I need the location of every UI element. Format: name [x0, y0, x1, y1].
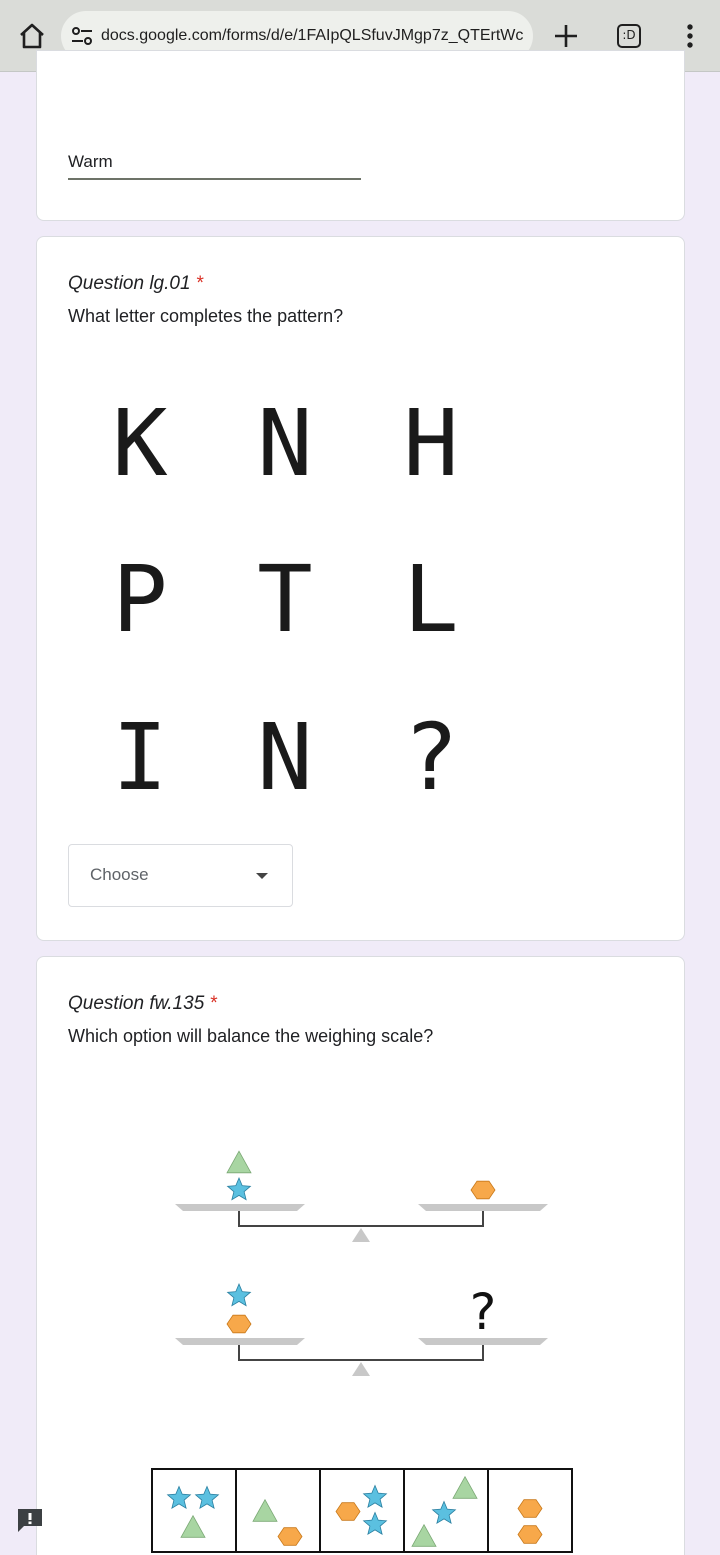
pattern-cell: N: [257, 390, 313, 497]
url-text: docs.google.com/forms/d/e/1FAIpQLSfuvJMg…: [101, 27, 523, 44]
hexagon-shape: [470, 1180, 496, 1200]
required-asterisk: *: [196, 273, 204, 294]
weighing-scale-image: ?: [151, 1150, 573, 1553]
question-card-lg01: Question lg.01 * What letter completes th…: [36, 236, 685, 941]
scale-left-pan: [175, 1338, 305, 1345]
pattern-cell: K: [112, 390, 168, 497]
question-text: What letter completes the pattern?: [68, 306, 344, 326]
hexagon-shape: [226, 1314, 252, 1334]
question-title-text: Question lg.01: [68, 273, 191, 294]
pattern-cell-question: ?: [403, 704, 459, 811]
tune-icon[interactable]: [71, 26, 93, 46]
tab-switcher-icon[interactable]: :D: [617, 24, 641, 48]
scale-beam: [238, 1345, 484, 1361]
plus-icon[interactable]: [552, 22, 580, 50]
scale-left-pan: [175, 1204, 305, 1211]
scale-unknown-label: ?: [470, 1283, 497, 1341]
scale-fulcrum: [352, 1362, 370, 1376]
scale-fulcrum: [352, 1228, 370, 1242]
more-vert-icon[interactable]: [680, 22, 700, 50]
pattern-cell: I: [112, 704, 168, 811]
home-icon[interactable]: [16, 20, 48, 52]
answer-options-box: [151, 1468, 573, 1553]
star-shape: [226, 1282, 252, 1307]
pattern-cell: T: [257, 546, 313, 653]
pattern-cell: P: [112, 546, 168, 653]
pattern-cell: N: [257, 704, 313, 811]
letter-pattern-image: K N H P T L I N ?: [68, 367, 508, 817]
feedback-icon[interactable]: [16, 1507, 44, 1533]
pattern-cell: H: [403, 390, 459, 497]
previous-question-card: Warm: [36, 50, 685, 221]
scale-beam: [238, 1211, 484, 1227]
answer-dropdown[interactable]: Choose: [68, 844, 293, 907]
question-card-fw135: Question fw.135 * Which option will balan…: [36, 956, 685, 1555]
chevron-down-icon: [256, 873, 268, 879]
star-shape: [226, 1176, 252, 1201]
question-title: Question lg.01 *: [68, 273, 204, 295]
scale-right-pan: [418, 1204, 548, 1211]
pattern-cell: L: [403, 546, 459, 653]
short-answer-value[interactable]: Warm: [68, 152, 113, 172]
dropdown-placeholder: Choose: [90, 865, 149, 884]
short-answer-underline: [68, 178, 361, 180]
triangle-shape: [226, 1150, 252, 1174]
